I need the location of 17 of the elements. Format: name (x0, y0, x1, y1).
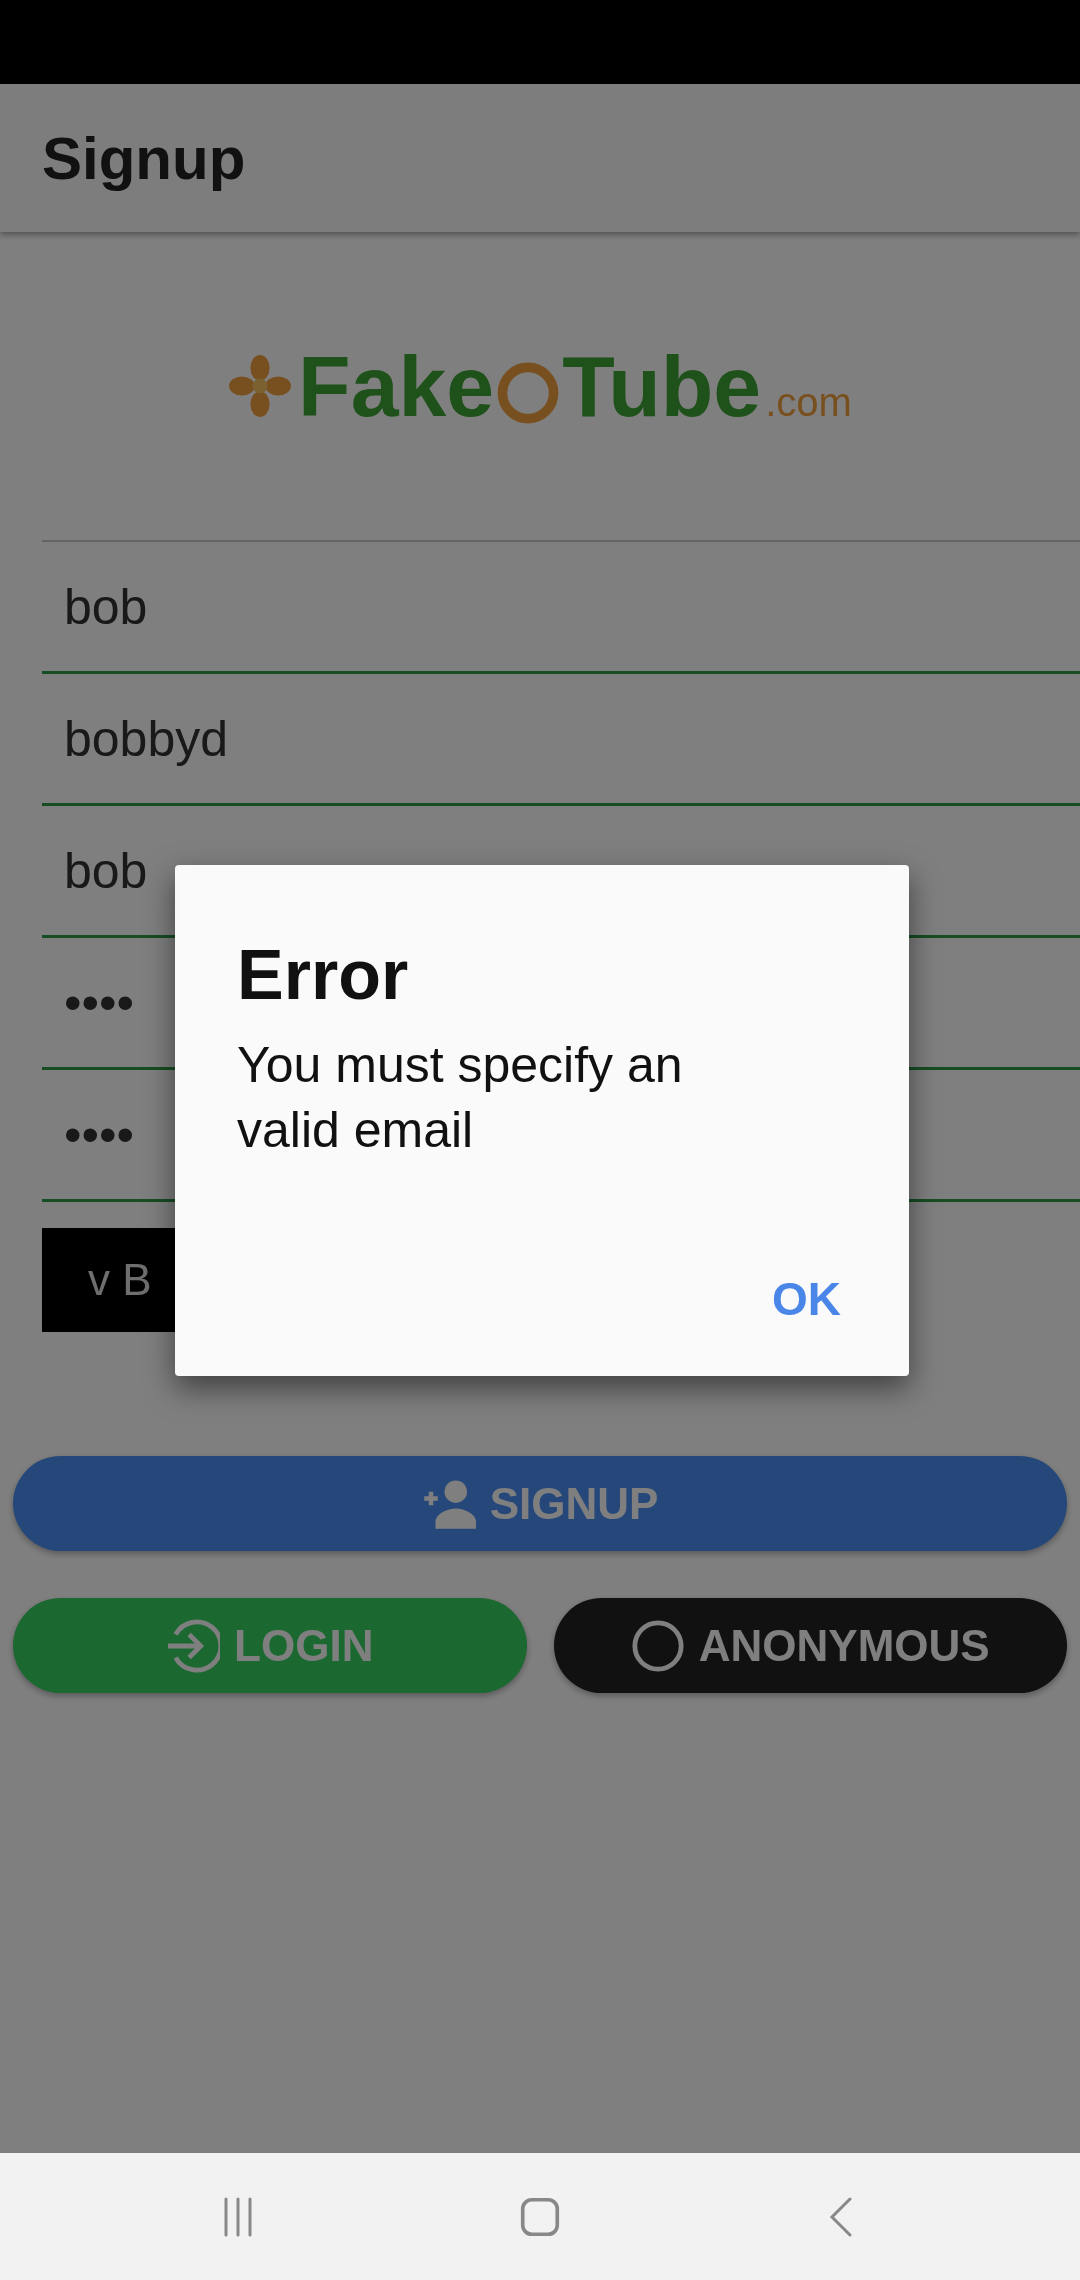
input-field[interactable]: bob (42, 542, 1080, 674)
banner-text: v B (88, 1255, 152, 1305)
flower-icon (228, 354, 293, 418)
home-icon[interactable] (520, 2196, 560, 2237)
logo-suffix: .com (765, 380, 852, 425)
screen-title: Signup (42, 123, 246, 193)
logo-text: Fake (298, 343, 495, 429)
signup-button[interactable]: SIGNUP (13, 1456, 1067, 1551)
dialog-message: You must specify an valid email (237, 1036, 684, 1160)
circle-icon (630, 1618, 685, 1673)
ring-icon (496, 361, 561, 425)
input-field[interactable]: bobbyd (42, 674, 1080, 806)
logo-text: Tube (562, 343, 762, 429)
anonymous-button[interactable]: ANONYMOUS (553, 1598, 1067, 1693)
dialog-title: Error (237, 935, 410, 1015)
login-icon (166, 1618, 221, 1673)
ok-button[interactable]: OK (752, 1262, 861, 1336)
